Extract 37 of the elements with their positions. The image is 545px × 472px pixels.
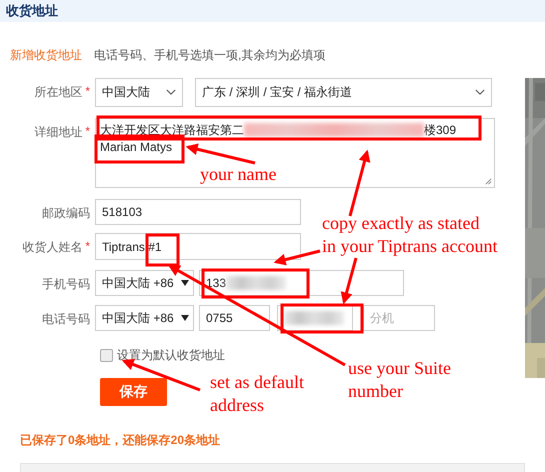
mobile-field[interactable]: 133: [199, 270, 404, 296]
highlight-box: [146, 234, 180, 266]
field-label: 手机号码: [42, 276, 90, 293]
field-label: 所在地区: [34, 84, 82, 101]
field-label: 详细地址: [34, 124, 82, 141]
annotation-text: your name: [200, 163, 276, 186]
resize-grip-icon: [485, 178, 492, 185]
country-select[interactable]: 中国大陆: [95, 78, 183, 107]
page-title: 收货地址: [6, 2, 58, 20]
field-label: 邮政编码: [42, 205, 90, 222]
chevron-icon: [166, 89, 176, 96]
chevron-icon: [475, 89, 485, 96]
required-mark: *: [85, 84, 90, 100]
name-field[interactable]: Tiptrans #1: [95, 233, 301, 260]
zip-field[interactable]: 518103: [95, 199, 301, 225]
required-mark: *: [85, 239, 90, 255]
redaction-blur: [284, 311, 344, 325]
required-mark: *: [85, 124, 90, 140]
caret-icon: [181, 280, 189, 286]
country-code-select[interactable]: 中国大陆 +86: [95, 305, 194, 331]
redaction-blur: [226, 276, 286, 290]
annotation-text: copy exactly as stated in your Tiptrans account: [322, 212, 498, 258]
default-checkbox[interactable]: [100, 348, 113, 362]
form-hint: 电话号码、手机号选填一项,其余均为必填项: [94, 46, 326, 64]
area-code-field[interactable]: 0755: [199, 305, 270, 331]
address-count-note: 已保存了0条地址，还能保存20条地址: [19, 432, 222, 449]
annotation-text: set as default address: [210, 371, 304, 417]
field-label: 收货人姓名: [22, 239, 82, 256]
annotation-arrow: [186, 143, 256, 164]
area-select[interactable]: 广东 / 深圳 / 宝安 / 福永街道: [195, 78, 492, 107]
field-label: 电话号码: [42, 311, 90, 328]
extension-field[interactable]: 分机: [363, 305, 435, 331]
annotation-arrow: [348, 150, 370, 216]
country-code-select[interactable]: 中国大陆 +86: [95, 270, 194, 296]
annotation-text: use your Suite number: [348, 357, 451, 403]
caret-icon: [181, 315, 189, 321]
form-heading: 新增收货地址: [10, 46, 82, 64]
